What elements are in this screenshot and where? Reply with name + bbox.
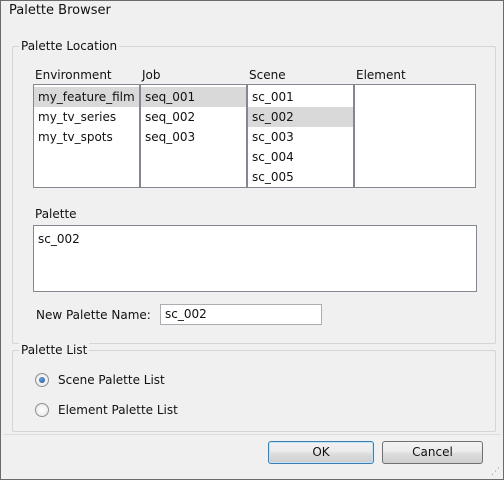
palette-list-group: Palette List — [12, 343, 496, 432]
button-bar-divider — [3, 434, 501, 435]
cancel-button[interactable]: Cancel — [382, 441, 483, 464]
environment-item-my-tv-series[interactable]: my_tv_series — [34, 107, 139, 127]
scene-list[interactable]: sc_001 sc_002 sc_003 sc_004 sc_005 — [247, 84, 354, 188]
element-palette-list-label[interactable]: Element Palette List — [58, 403, 178, 417]
scene-item-sc-003[interactable]: sc_003 — [248, 127, 353, 147]
environment-item-my-feature-film[interactable]: my_feature_film — [34, 87, 139, 107]
radio-checked-dot-icon — [39, 377, 45, 383]
job-column-label: Job — [142, 68, 161, 82]
scene-palette-list-radio[interactable] — [35, 373, 49, 387]
environment-column-label: Environment — [35, 68, 112, 82]
scene-palette-list-label[interactable]: Scene Palette List — [58, 373, 165, 387]
job-item-seq-002[interactable]: seq_002 — [141, 107, 246, 127]
job-item-seq-001[interactable]: seq_001 — [141, 87, 246, 107]
new-palette-name-label: New Palette Name: — [36, 308, 151, 322]
palette-list[interactable]: sc_002 — [33, 225, 477, 292]
palette-item-sc-002[interactable]: sc_002 — [34, 229, 476, 249]
palette-browser-dialog: Palette Browser Palette Location Environ… — [0, 0, 504, 480]
ok-button[interactable]: OK — [268, 441, 374, 464]
scene-item-sc-001[interactable]: sc_001 — [248, 87, 353, 107]
palette-location-group-label: Palette Location — [19, 39, 120, 53]
scene-item-sc-004[interactable]: sc_004 — [248, 147, 353, 167]
dialog-title: Palette Browser — [9, 3, 111, 18]
scene-item-sc-002[interactable]: sc_002 — [248, 107, 353, 127]
element-column-label: Element — [356, 68, 406, 82]
resize-grip-icon[interactable]: ⋰ — [491, 467, 501, 477]
environment-list[interactable]: my_feature_film my_tv_series my_tv_spots — [33, 84, 140, 188]
job-item-seq-003[interactable]: seq_003 — [141, 127, 246, 147]
palette-label: Palette — [35, 207, 77, 221]
scene-item-sc-005[interactable]: sc_005 — [248, 167, 353, 187]
scene-column-label: Scene — [249, 68, 286, 82]
element-palette-list-radio[interactable] — [35, 403, 49, 417]
environment-item-my-tv-spots[interactable]: my_tv_spots — [34, 127, 139, 147]
new-palette-name-input[interactable]: sc_002 — [160, 304, 322, 325]
palette-list-group-label: Palette List — [19, 343, 90, 357]
job-list[interactable]: seq_001 seq_002 seq_003 — [140, 84, 247, 188]
element-list[interactable] — [354, 84, 476, 188]
